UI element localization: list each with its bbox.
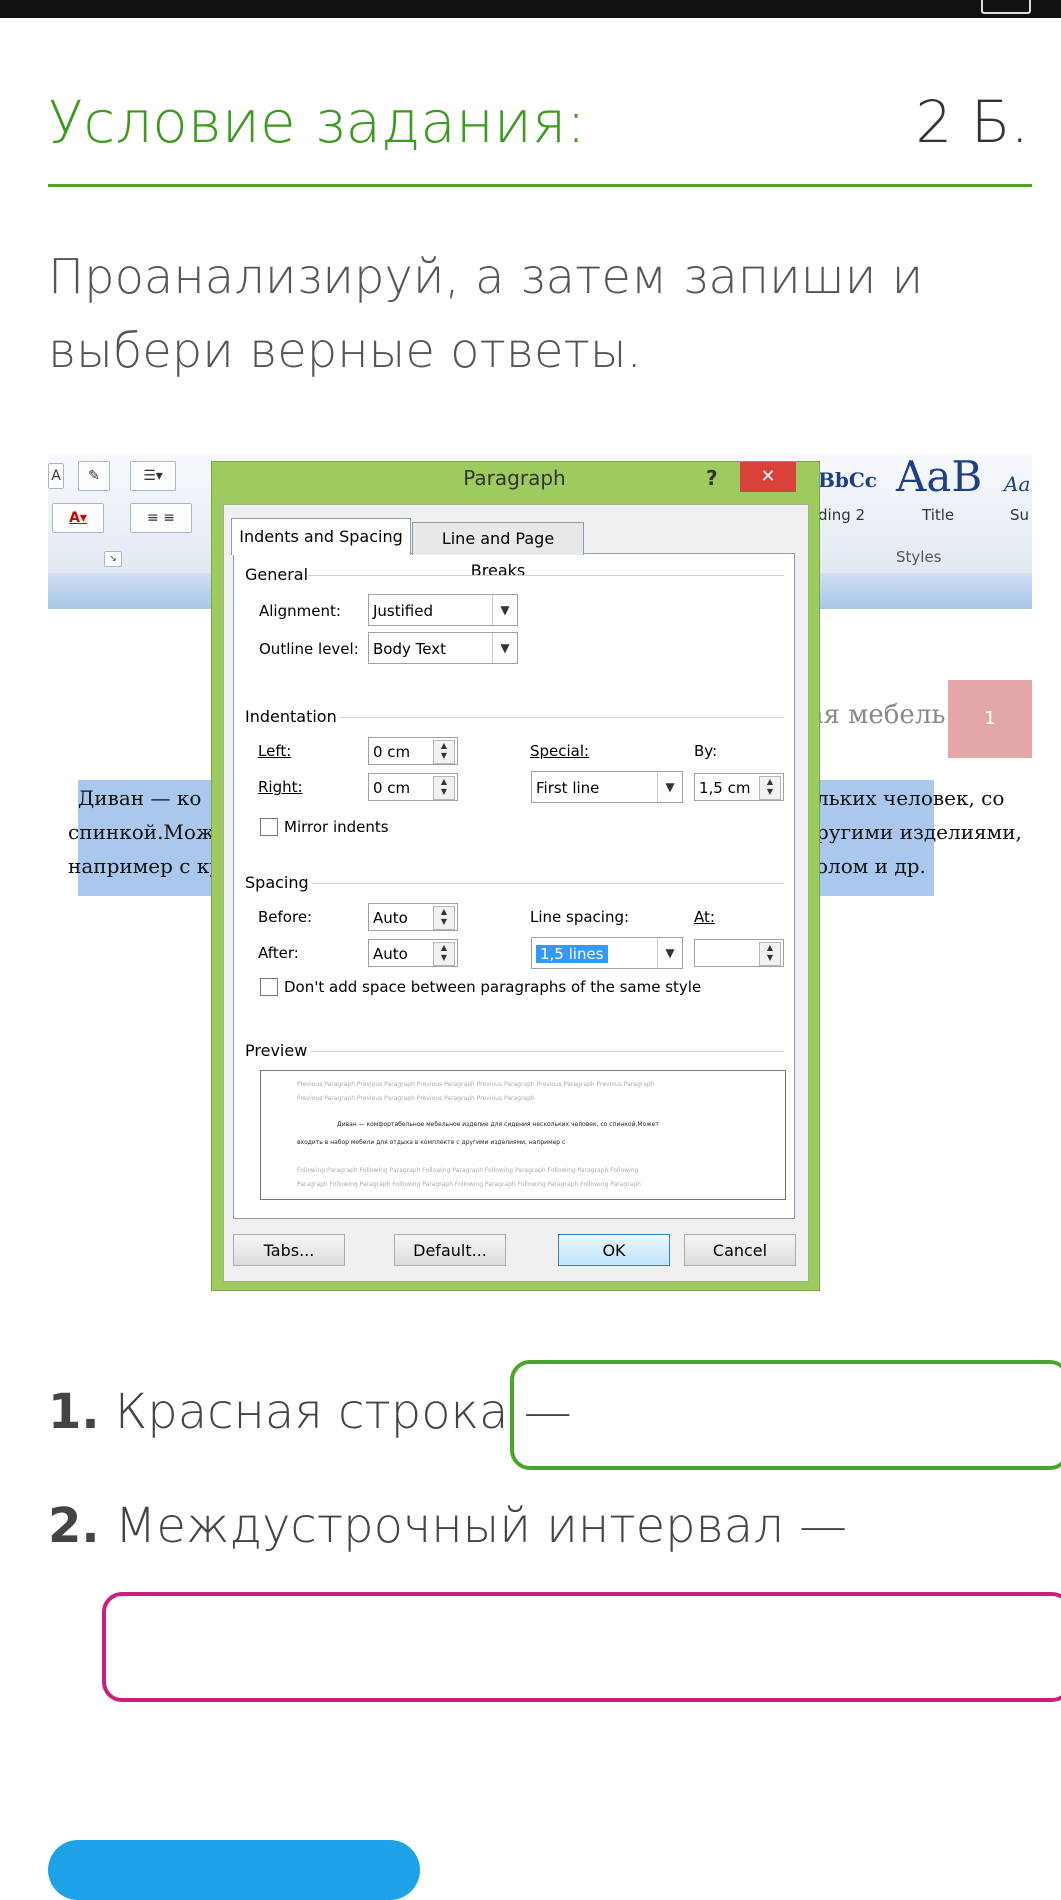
by-label: By:: [694, 742, 718, 760]
page-number-badge: 1: [948, 680, 1032, 758]
after-label: After:: [258, 944, 299, 962]
general-divider: [308, 575, 784, 576]
task-instruction: Проанализируй, а затем запиши и выбери в…: [48, 249, 924, 379]
cancel-button[interactable]: Cancel: [684, 1234, 796, 1266]
question-2-number: 2.: [48, 1498, 100, 1554]
style-title-name: Title: [922, 506, 955, 524]
after-stepper[interactable]: Auto ▲ ▼: [368, 939, 458, 967]
special-select[interactable]: First line ▼: [531, 771, 683, 803]
ok-button[interactable]: OK: [558, 1234, 670, 1266]
font-grow-icon: A: [48, 463, 64, 489]
bullets-icon: ☰▾: [130, 461, 176, 491]
tab-line-and-page-breaks[interactable]: Line and Page Breaks: [412, 522, 584, 580]
at-stepper[interactable]: ▲ ▼: [694, 939, 784, 967]
style-heading2-name: ding 2: [818, 506, 866, 524]
before-label: Before:: [258, 908, 313, 926]
spin-arrows-icon[interactable]: ▲ ▼: [433, 942, 455, 966]
preview-next-line-2: Paragraph Following Paragraph Following …: [297, 1181, 641, 1188]
doc-line-right-1: льких человек, со: [816, 786, 1005, 810]
spin-arrows-icon[interactable]: ▲ ▼: [433, 776, 455, 800]
alignment-label: Alignment:: [259, 602, 341, 620]
by-stepper[interactable]: 1,5 cm ▲ ▼: [694, 773, 784, 801]
indentation-group-label: Indentation: [245, 707, 337, 726]
question-1-number: 1.: [48, 1384, 100, 1440]
status-bar: [0, 0, 1061, 18]
tab-indents-and-spacing[interactable]: Indents and Spacing: [231, 518, 411, 555]
preview-main-line-1: Диван — комфортабельное мебельное издели…: [337, 1121, 659, 1128]
style-subtitle-sample: Aa: [1004, 472, 1031, 496]
dont-add-space-label: Don't add space between paragraphs of th…: [284, 978, 702, 996]
question-1-text: Красная строка —: [114, 1384, 572, 1440]
style-heading2-sample: BbCc: [818, 468, 877, 492]
default-button[interactable]: Default...: [394, 1234, 506, 1266]
answer-2-input[interactable]: [102, 1592, 1061, 1702]
spin-arrows-icon[interactable]: ▲ ▼: [433, 906, 455, 930]
spin-arrows-icon[interactable]: ▲ ▼: [433, 740, 455, 764]
page-title: Условие задания:: [48, 88, 586, 156]
preview-divider: [310, 1051, 784, 1052]
right-indent-stepper[interactable]: 0 cm ▲ ▼: [368, 773, 458, 801]
dialog-title: Paragraph: [463, 466, 566, 490]
left-indent-label: Left:: [258, 742, 292, 760]
question-1: 1. Красная строка —: [48, 1384, 572, 1440]
special-label: Special:: [530, 742, 590, 760]
tabs-button[interactable]: Tabs...: [233, 1234, 345, 1266]
doc-line-left-3: например с ку: [68, 854, 222, 878]
points-label: 2 Б.: [915, 88, 1029, 156]
left-indent-stepper[interactable]: 0 cm ▲ ▼: [368, 737, 458, 765]
outline-level-label: Outline level:: [259, 640, 359, 658]
preview-next-line-1: Following Paragraph Following Paragraph …: [297, 1167, 639, 1174]
doc-line-right-3: олом и др.: [816, 854, 926, 878]
preview-prev-line-2: Previous Paragraph Previous Paragraph Pr…: [297, 1095, 535, 1102]
question-2-text: Междустрочный интервал —: [114, 1498, 848, 1554]
answer-1-input[interactable]: [510, 1360, 1061, 1470]
alignment-select[interactable]: Justified ▼: [368, 594, 518, 626]
doc-line-right-2: ругими изделиями,: [816, 820, 1022, 844]
at-label: At:: [694, 908, 715, 926]
dont-add-space-checkbox[interactable]: [260, 978, 278, 996]
spin-arrows-icon[interactable]: ▲ ▼: [759, 942, 781, 966]
spacing-divider: [312, 883, 784, 884]
chevron-down-icon: ▼: [492, 633, 517, 663]
doc-heading-fragment: ая мебель: [808, 700, 946, 730]
preview-main-line-2: входить в набор мебели для отдыха в комп…: [297, 1139, 566, 1146]
before-stepper[interactable]: Auto ▲ ▼: [368, 903, 458, 931]
submit-button[interactable]: [48, 1840, 420, 1900]
styles-group-label: Styles: [896, 548, 942, 566]
outline-level-select[interactable]: Body Text ▼: [368, 632, 518, 664]
clear-format-icon: ✎: [78, 461, 110, 491]
indentation-divider: [340, 717, 784, 718]
spin-arrows-icon[interactable]: ▲ ▼: [759, 776, 781, 800]
style-title-sample: AaB: [896, 452, 983, 501]
help-icon[interactable]: ?: [706, 466, 718, 490]
chevron-down-icon: ▼: [657, 938, 682, 968]
preview-box: Previous Paragraph Previous Paragraph Pr…: [260, 1070, 786, 1200]
right-indent-label: Right:: [258, 778, 303, 796]
preview-group-label: Preview: [245, 1041, 308, 1060]
font-color-icon: A▾: [52, 503, 104, 533]
spacing-group-label: Spacing: [245, 873, 309, 892]
doc-line-left-2: спинкой.Мож: [68, 820, 215, 844]
style-subtitle-name: Su: [1010, 506, 1030, 524]
chevron-down-icon: ▼: [657, 772, 682, 802]
mirror-indents-label: Mirror indents: [284, 818, 389, 836]
general-group-label: General: [245, 565, 309, 584]
dialog-launcher-icon: ↘: [104, 551, 122, 567]
align-left-icon: ≡ ≡: [130, 503, 192, 533]
mirror-indents-checkbox[interactable]: [260, 818, 278, 836]
question-2: 2. Междустрочный интервал —: [48, 1498, 847, 1554]
battery-icon: [981, 0, 1031, 14]
line-spacing-select[interactable]: 1,5 lines ▼: [531, 937, 683, 969]
title-divider: [48, 184, 1032, 187]
close-icon[interactable]: ✕: [740, 462, 796, 492]
chevron-down-icon: ▼: [492, 595, 517, 625]
preview-prev-line-1: Previous Paragraph Previous Paragraph Pr…: [297, 1081, 655, 1088]
line-spacing-label: Line spacing:: [530, 908, 630, 926]
doc-line-left-1: Диван — ко: [78, 786, 202, 810]
